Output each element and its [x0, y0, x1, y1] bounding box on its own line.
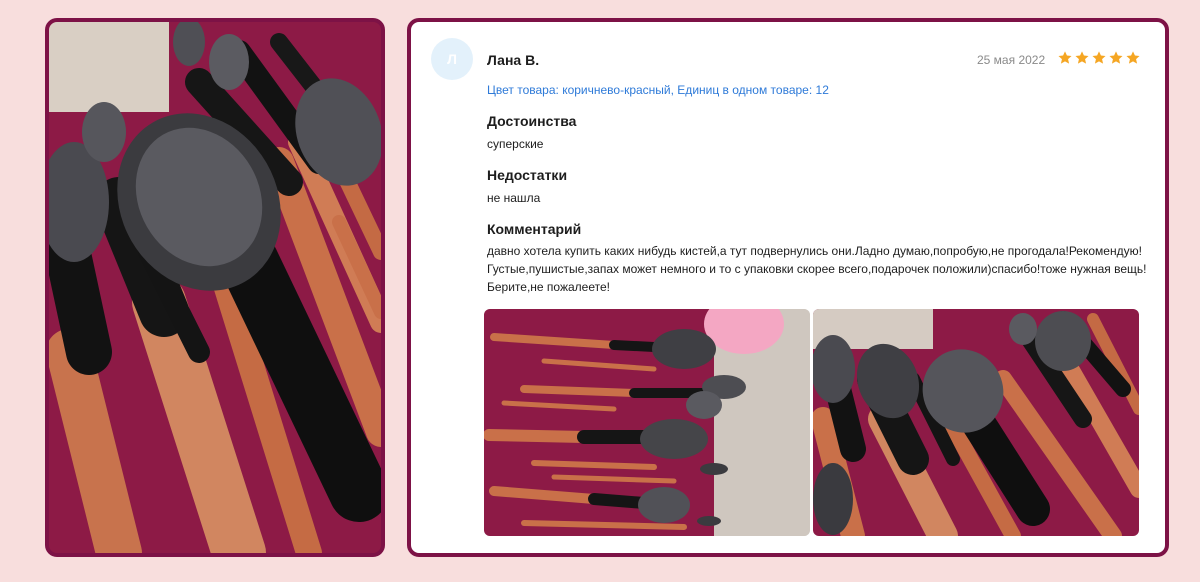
- comment-text: давно хотела купить каких нибудь кистей,…: [487, 244, 1147, 294]
- star-icon: [1058, 51, 1072, 64]
- star-icon: [1126, 51, 1140, 64]
- comment-title: Комментарий: [487, 221, 582, 237]
- product-variant: Цвет товара: коричнево-красный, Единиц в…: [487, 83, 829, 97]
- reviewer-name: Лана В.: [487, 52, 540, 68]
- avatar: Л: [431, 38, 473, 80]
- review-photo-thumbnail[interactable]: [813, 309, 1139, 536]
- review-date: 25 мая 2022: [977, 53, 1046, 67]
- star-icon: [1109, 51, 1123, 64]
- cons-title: Недостатки: [487, 167, 568, 183]
- review-photo-thumbnail[interactable]: [484, 309, 810, 536]
- review-card: Л Лана В. 25 мая 2022 Цвет товара: корич…: [407, 18, 1169, 557]
- brushes-flatlay-image: [484, 309, 810, 536]
- pros-text: суперские: [487, 137, 544, 151]
- rating-stars: [1057, 50, 1141, 66]
- star-icon: [1075, 51, 1089, 64]
- brushes-photo-image: [49, 22, 381, 553]
- brushes-closeup-image: [813, 309, 1139, 536]
- product-photo-large[interactable]: [45, 18, 385, 557]
- cons-text: не нашла: [487, 191, 541, 205]
- pros-title: Достоинства: [487, 113, 577, 129]
- star-icon: [1092, 51, 1106, 64]
